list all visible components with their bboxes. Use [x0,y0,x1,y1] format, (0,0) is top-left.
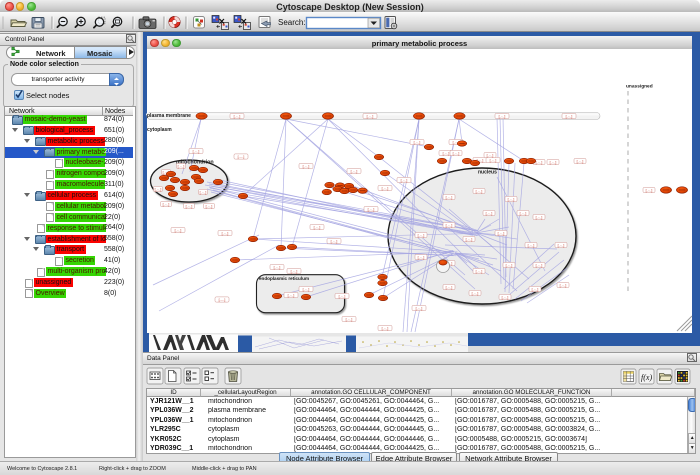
svg-text:[..-..]: [..-..] [466,238,473,242]
svg-text:unassigned: unassigned [626,84,653,90]
svg-text:[..-..]: [..-..] [508,198,515,202]
svg-text:[..-..]: [..-..] [303,165,310,169]
svg-text:[..-..]: [..-..] [219,298,226,302]
svg-text:[..-..]: [..-..] [331,240,338,244]
svg-text:[..-..]: [..-..] [550,161,557,165]
svg-text:[..-..]: [..-..] [490,159,497,163]
svg-text:[..-..]: [..-..] [414,141,421,145]
svg-text:[..-..]: [..-..] [536,216,543,220]
svg-text:Search:: Search: [278,18,306,27]
svg-text:cytoplasm: cytoplasm [147,127,172,133]
svg-text:[..-..]: [..-..] [498,232,505,236]
svg-text:[..-..]: [..-..] [446,196,453,200]
svg-text:[..-..]: [..-..] [351,170,358,174]
svg-text:[..-..]: [..-..] [536,264,543,268]
svg-text:[..-..]: [..-..] [234,115,241,119]
svg-text:[..-..]: [..-..] [206,205,213,209]
svg-text:[..-..]: [..-..] [558,244,565,248]
svg-text:[..-..]: [..-..] [155,188,162,192]
svg-text:plasma membrane: plasma membrane [147,113,191,119]
svg-text:[..-..]: [..-..] [186,205,193,209]
svg-text:[..-..]: [..-..] [486,212,493,216]
svg-text:[..-..]: [..-..] [577,160,584,164]
svg-text:[..-..]: [..-..] [401,179,408,183]
svg-text:nucleus: nucleus [478,170,497,176]
svg-text:[..-..]: [..-..] [528,244,535,248]
svg-text:[..-..]: [..-..] [487,154,494,158]
svg-text:[..-..]: [..-..] [382,327,389,331]
svg-text:[..-..]: [..-..] [520,212,527,216]
svg-text:[..-..]: [..-..] [291,270,298,274]
svg-text:[..-..]: [..-..] [476,190,483,194]
svg-text:[..-..]: [..-..] [303,288,310,292]
svg-text:[..-..]: [..-..] [314,226,321,230]
svg-text:[..-..]: [..-..] [418,234,425,238]
svg-text:[..-..]: [..-..] [339,295,346,299]
svg-text:[..-..]: [..-..] [288,294,295,298]
svg-text:[..-..]: [..-..] [193,150,200,154]
svg-text:[..-..]: [..-..] [346,318,353,322]
svg-text:[..-..]: [..-..] [536,161,543,165]
svg-text:[..-..]: [..-..] [446,224,453,228]
svg-text:[..-..]: [..-..] [274,266,281,270]
svg-text:[..-..]: [..-..] [178,165,185,169]
svg-text:[..-..]: [..-..] [418,256,425,260]
svg-text:[..-..]: [..-..] [222,232,229,236]
svg-text:endoplasmic reticulum: endoplasmic reticulum [259,276,309,281]
svg-text:f(x): f(x) [641,373,652,382]
svg-text:[..-..]: [..-..] [367,115,374,119]
svg-text:[..-..]: [..-..] [453,152,460,156]
svg-text:[..-..]: [..-..] [566,115,573,119]
svg-text:[..-..]: [..-..] [499,115,506,119]
svg-text:[..-..]: [..-..] [472,292,479,296]
svg-text:[..-..]: [..-..] [446,286,453,290]
svg-text:[..-..]: [..-..] [200,191,207,195]
svg-text:[..-..]: [..-..] [238,155,245,159]
svg-text:[..-..]: [..-..] [502,296,509,300]
svg-text:[..-..]: [..-..] [443,152,450,156]
svg-text:[..-..]: [..-..] [163,203,170,207]
svg-text:[..-..]: [..-..] [416,307,423,311]
svg-text:[..-..]: [..-..] [646,189,653,193]
svg-text:[..-..]: [..-..] [175,229,182,233]
svg-text:[..-..]: [..-..] [560,284,567,288]
svg-text:[..-..]: [..-..] [476,270,483,274]
svg-text:[..-..]: [..-..] [382,187,389,191]
svg-text:[..-..]: [..-..] [506,264,513,268]
svg-text:[..-..]: [..-..] [532,288,539,292]
svg-text:[..-..]: [..-..] [368,208,375,212]
